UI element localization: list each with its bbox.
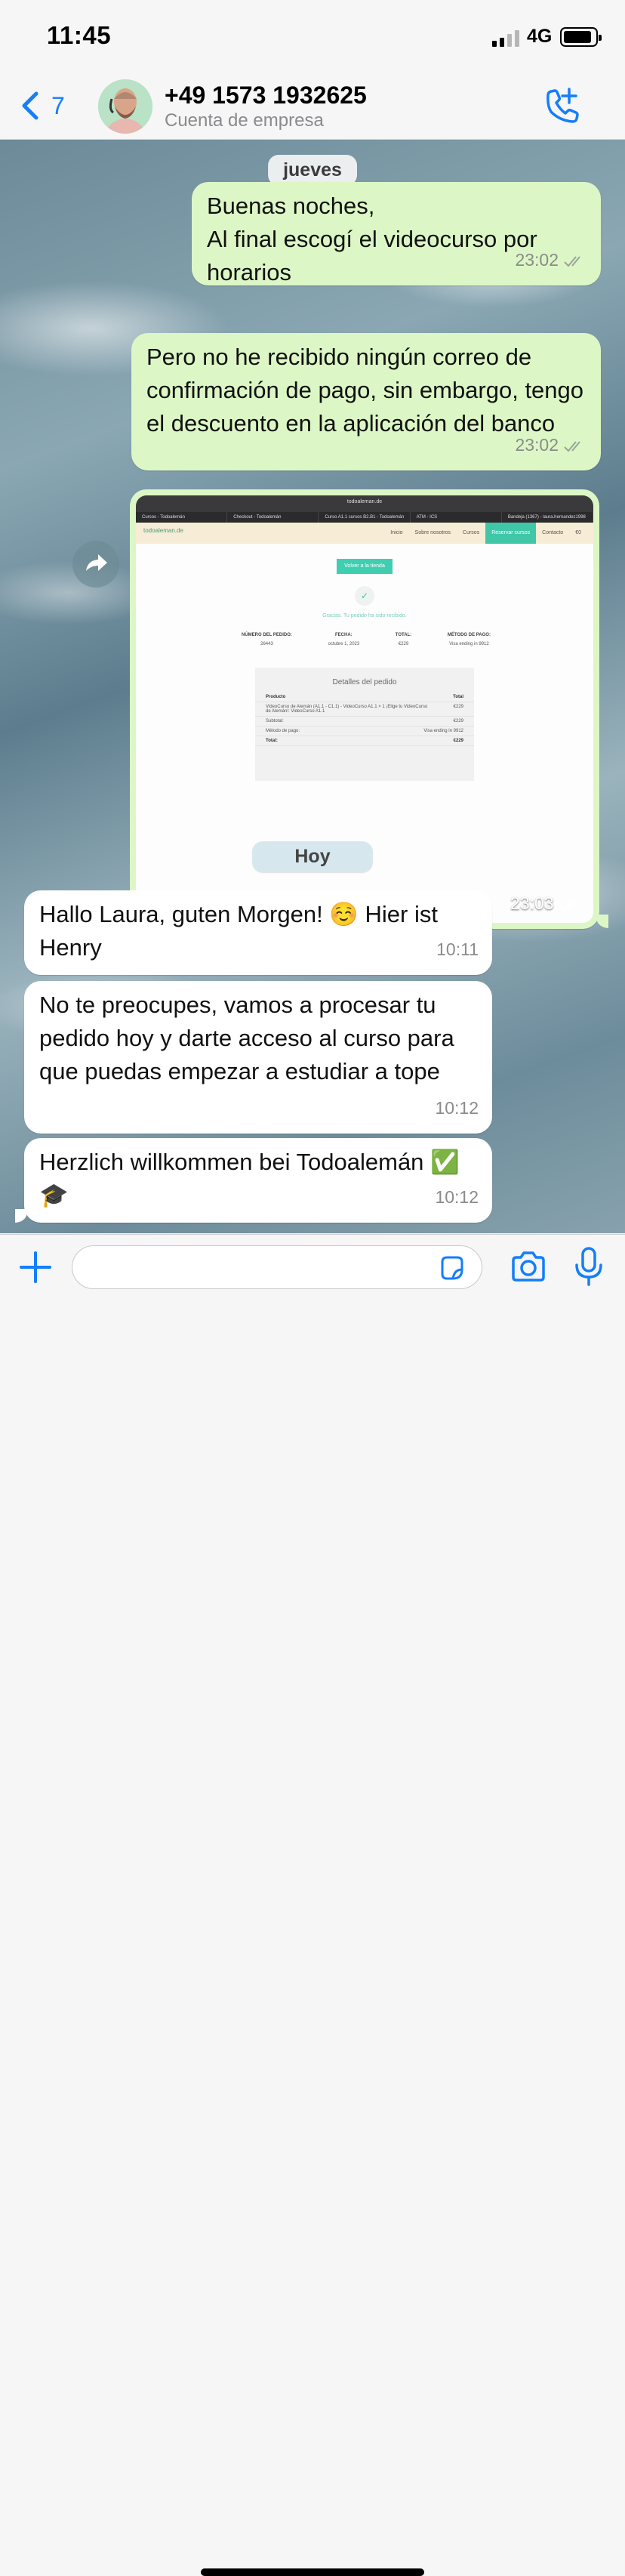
message-text: Herzlich willkommen bei Todoalemán ✅🎓 — [39, 1149, 460, 1208]
site-nav-item: Sobre nosotros — [414, 530, 451, 535]
status-bar: 11:45 4G — [0, 0, 625, 76]
field-value: octubre 1, 2023 — [328, 642, 360, 646]
message-input-wrap[interactable] — [72, 1245, 482, 1289]
field-value: Visa ending in 9912 — [449, 642, 489, 646]
double-check-icon — [559, 899, 576, 911]
details-value: €229 — [453, 739, 463, 743]
site-logo: todoaleman.de — [143, 527, 183, 534]
double-check-icon — [564, 441, 580, 452]
browser-tab: ATM - ICS — [411, 512, 502, 523]
message-text: No te preocupes, vamos a procesar tu ped… — [39, 992, 454, 1084]
details-value: Total — [453, 695, 463, 699]
bubble-tail — [596, 915, 608, 928]
browser-toolbar: todoaleman.de — [136, 495, 593, 512]
order-fields: NÚMERO DEL PEDIDO: 26443 FECHA: octubre 1,… — [242, 633, 491, 646]
details-value: €229 — [453, 719, 463, 723]
date-separator: Hoy — [252, 841, 373, 872]
call-button[interactable] — [540, 85, 583, 127]
message-text: Pero no he recibido ningún correo de con… — [146, 344, 584, 437]
details-key: Método de pago: — [266, 729, 300, 733]
battery-icon — [560, 27, 602, 47]
message-bubble-incoming[interactable]: Hallo Laura, guten Morgen! ☺️ Hier ist H… — [24, 890, 492, 975]
message-bubble-outgoing[interactable]: Buenas noches, Al final escogí el videoc… — [192, 182, 601, 285]
forward-button[interactable] — [72, 541, 119, 588]
details-value: €229 — [453, 705, 463, 709]
message-meta: 23:02 — [515, 243, 587, 276]
message-time: 23:03 — [510, 893, 554, 913]
double-check-icon — [564, 256, 580, 267]
field-value: 26443 — [260, 642, 273, 646]
message-bubble-incoming[interactable]: No te preocupes, vamos a procesar tu ped… — [24, 981, 492, 1134]
message-time: 23:02 — [515, 250, 559, 270]
date-separator: jueves — [268, 155, 357, 186]
sticker-button[interactable] — [438, 1254, 465, 1282]
unread-count: 7 — [51, 92, 65, 119]
site-nav-item: Contacto — [542, 530, 564, 535]
details-key: Total: — [266, 739, 278, 743]
plus-icon — [20, 1251, 51, 1283]
details-value: Visa ending in 9912 — [423, 729, 463, 733]
message-time: 23:02 — [515, 435, 559, 455]
order-details: Detalles del pedido Producto Total VideoC… — [255, 668, 474, 781]
details-row: Total: €229 — [255, 736, 474, 746]
field-label: MÉTODO DE PAGO: — [447, 633, 491, 637]
home-indicator — [201, 2568, 424, 2576]
browser-url: todoaleman.de — [346, 499, 383, 504]
message-composer — [0, 1234, 625, 2576]
network-type: 4G — [527, 26, 553, 47]
message-bubble-incoming[interactable]: Herzlich willkommen bei Todoalemán ✅🎓 10… — [24, 1138, 492, 1223]
chevron-left-icon — [22, 91, 38, 120]
chat-area[interactable]: jueves Buenas noches, Al final escogí el… — [0, 140, 625, 1233]
camera-button[interactable] — [510, 1250, 546, 1285]
message-meta: 23:02 — [515, 428, 587, 461]
message-time: 10:11 — [436, 939, 479, 959]
sticker-icon — [441, 1256, 463, 1280]
signal-bars-icon — [492, 29, 522, 47]
message-text: Hallo Laura, guten Morgen! ☺️ Hier ist H… — [39, 901, 438, 961]
order-thanks: Gracias. Tu pedido ha sido recibido. — [322, 613, 407, 619]
message-meta: 23:03 — [510, 893, 583, 914]
back-button[interactable]: 7 — [17, 89, 77, 122]
field-label: TOTAL: — [395, 633, 412, 637]
site-nav-item: Inicio — [390, 530, 403, 535]
check-icon: ✓ — [355, 586, 374, 606]
field-label: FECHA: — [335, 633, 353, 637]
details-row: VideoCurso de Alemán (A1.1 - C1.1) - Vid… — [255, 702, 474, 717]
site-nav: todoaleman.de Inicio Sobre nosotros Curs… — [136, 523, 593, 544]
details-title: Detalles del pedido — [332, 678, 397, 686]
details-key: Producto — [266, 695, 286, 699]
details-row: Subtotal: €229 — [255, 717, 474, 727]
browser-tab: Curso A1.1 cursos B2.B1 - Todoalemán — [319, 512, 411, 523]
browser-tab: Bandeja (1367) - laura.hernandez1998 — [502, 512, 593, 523]
field-value: €229 — [398, 642, 409, 646]
microphone-icon — [575, 1247, 602, 1286]
message-time: 10:12 — [435, 1187, 479, 1207]
phone-plus-icon — [546, 88, 579, 123]
attach-button[interactable] — [17, 1248, 54, 1286]
site-nav-item: Cursos — [463, 530, 480, 535]
browser-tabs: Cursos - Todoalemán Checkout - Todoalemá… — [136, 512, 593, 523]
message-input[interactable] — [88, 1246, 453, 1288]
contact-name[interactable]: +49 1573 1932625 — [165, 82, 367, 110]
message-bubble-outgoing[interactable]: Pero no he recibido ningún correo de con… — [131, 333, 601, 470]
browser-tab: Cursos - Todoalemán — [136, 512, 228, 523]
browser-tab: Checkout - Todoalemán — [227, 512, 319, 523]
microphone-button[interactable] — [574, 1245, 604, 1288]
site-back-button: Volver a la tienda — [337, 559, 393, 574]
forward-arrow-icon — [86, 554, 107, 571]
message-time: 10:12 — [435, 1098, 479, 1118]
details-row: Producto Total — [255, 693, 474, 702]
status-time: 11:45 — [47, 21, 112, 49]
bubble-tail — [15, 1209, 27, 1223]
camera-icon — [512, 1251, 545, 1282]
avatar[interactable] — [98, 79, 152, 134]
site-nav-item: Reservar cursos — [485, 523, 537, 544]
chat-header: 7 +49 1573 1932625 Cuenta de empresa — [0, 76, 625, 140]
contact-subtitle: Cuenta de empresa — [165, 110, 324, 131]
details-row: Método de pago: Visa ending in 9912 — [255, 727, 474, 736]
details-key: VideoCurso de Alemán (A1.1 - C1.1) - Vid… — [266, 705, 428, 714]
field-label: NÚMERO DEL PEDIDO: — [242, 633, 292, 637]
site-cart: €0 — [575, 530, 581, 535]
details-key: Subtotal: — [266, 719, 284, 723]
